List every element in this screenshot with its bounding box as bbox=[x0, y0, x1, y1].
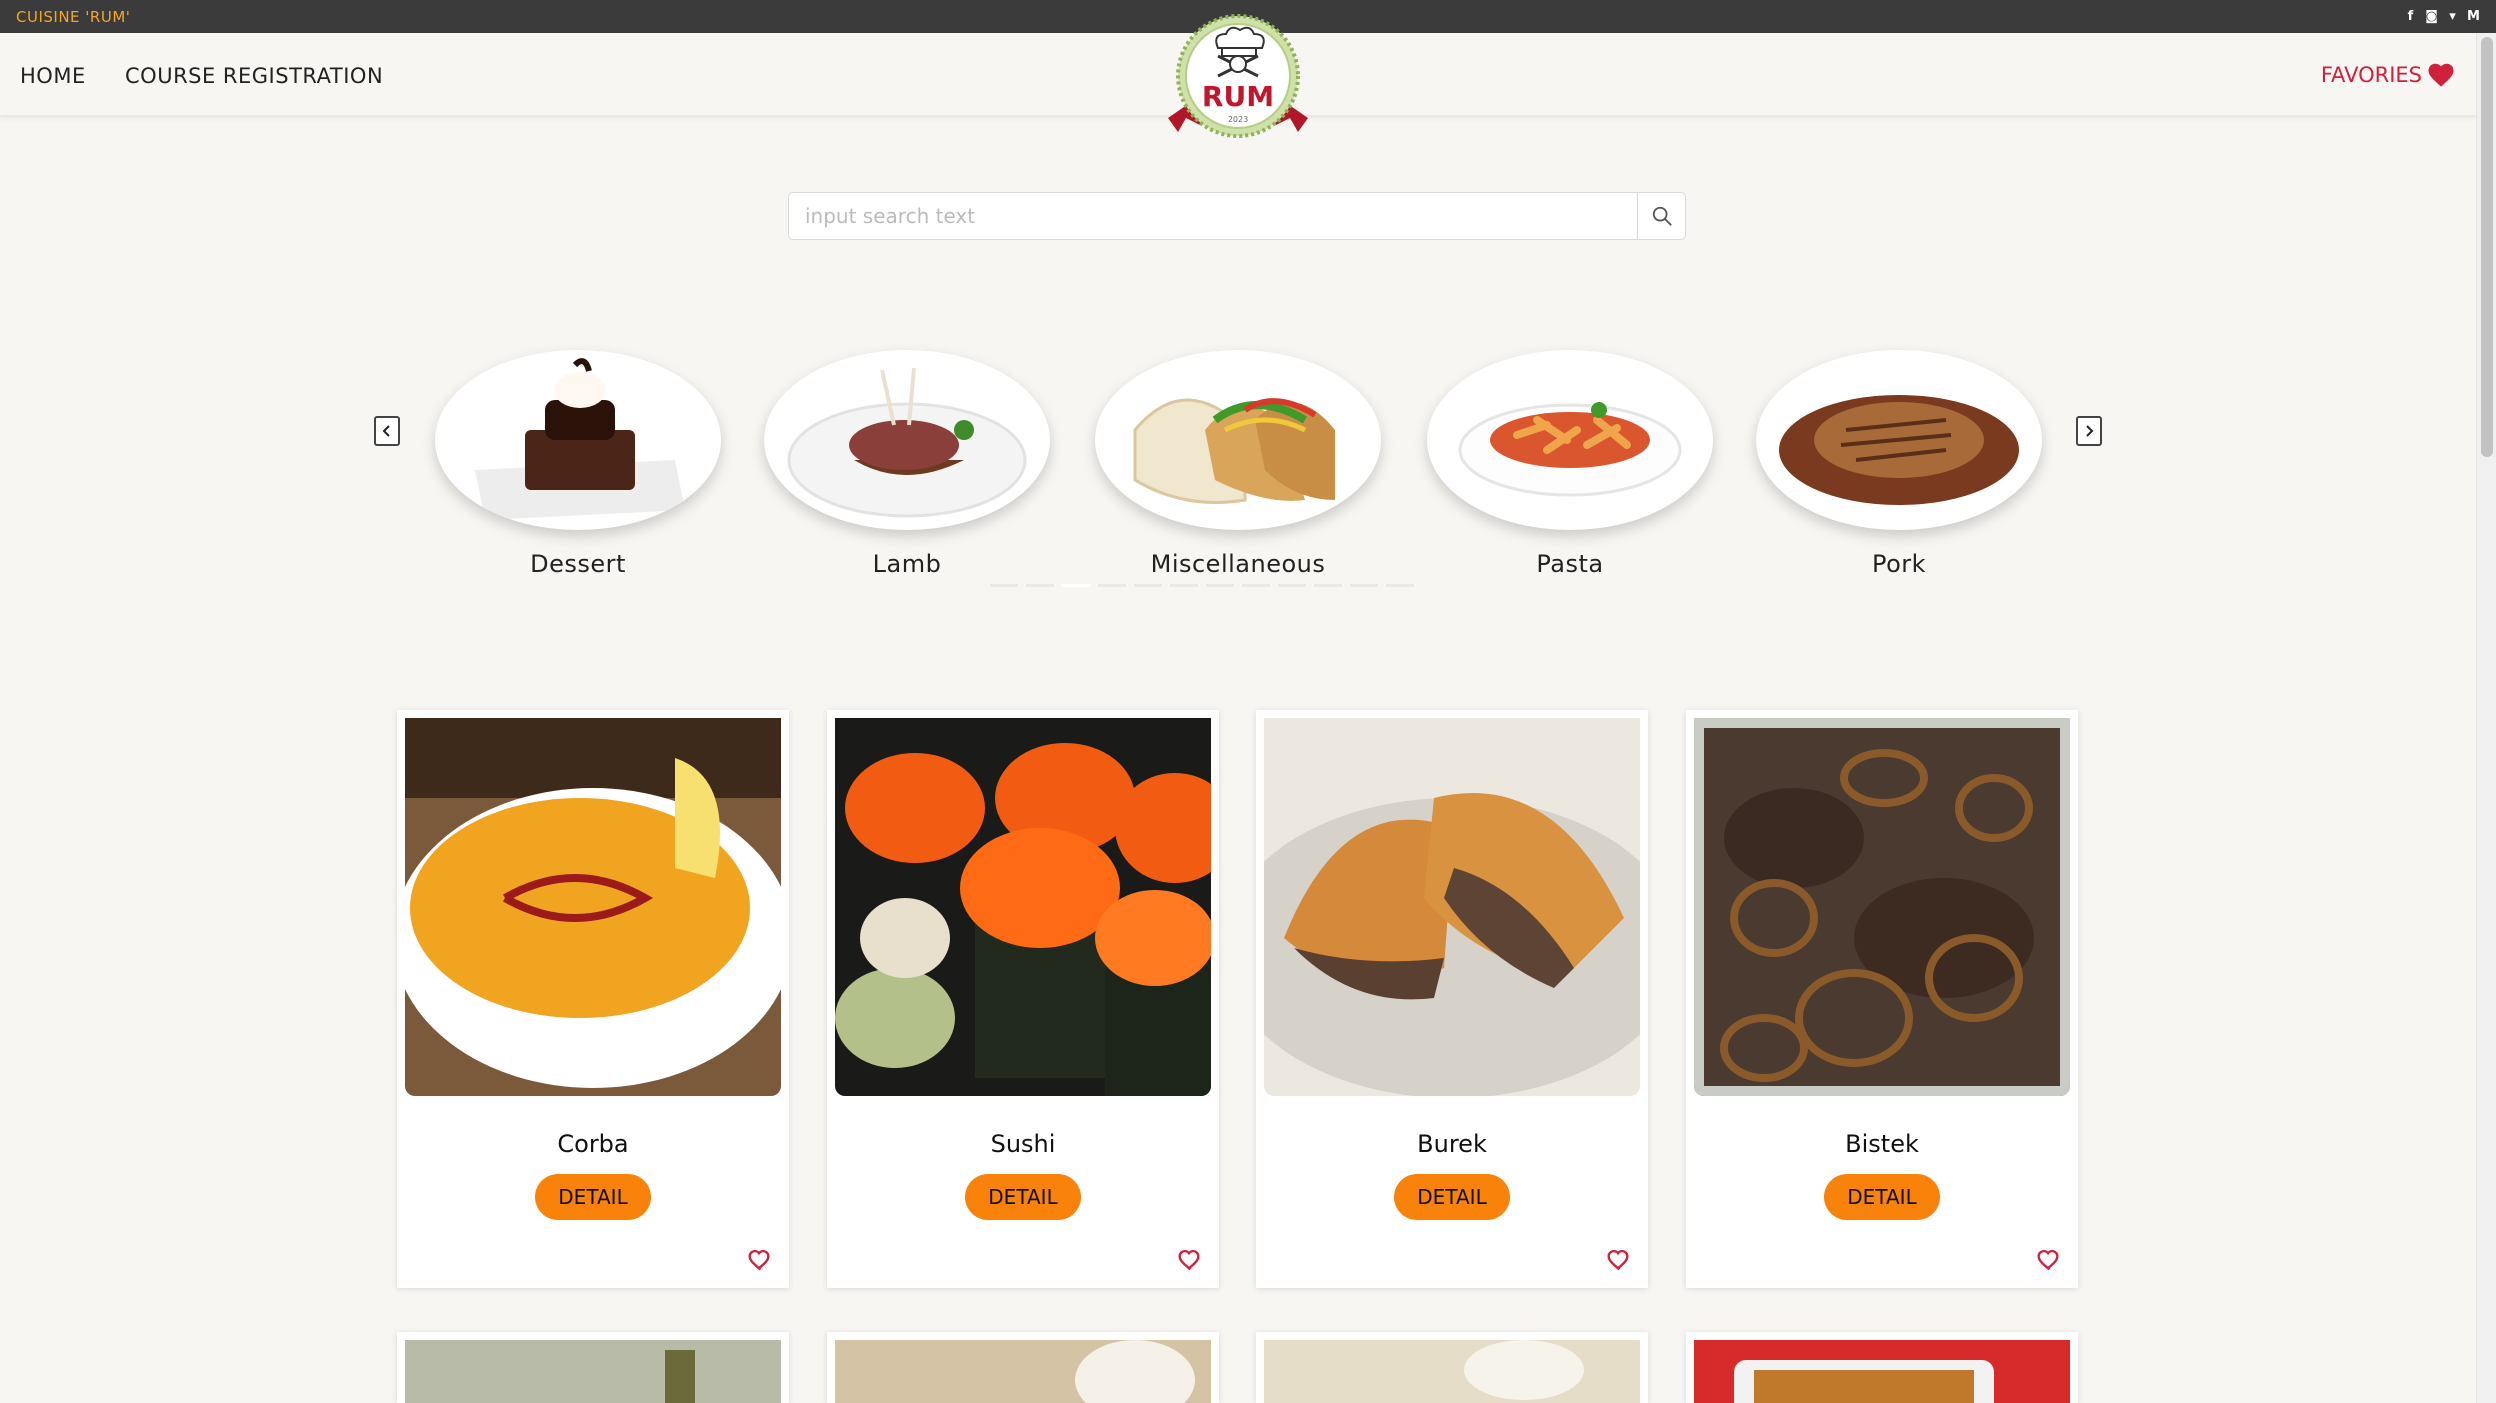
category-image bbox=[1756, 350, 2042, 530]
meal-card-burek: Burek DETAIL bbox=[1256, 710, 1648, 1288]
category-miscellaneous[interactable]: Miscellaneous bbox=[1093, 350, 1383, 578]
chevron-right-icon bbox=[2086, 425, 2094, 437]
search-bar bbox=[788, 192, 1686, 240]
category-label: Dessert bbox=[530, 550, 626, 578]
meal-photo[interactable] bbox=[835, 1340, 1211, 1403]
carousel-prev-button[interactable] bbox=[374, 416, 400, 446]
category-image bbox=[1095, 350, 1381, 530]
carousel-dot[interactable] bbox=[1170, 584, 1198, 587]
meal-title: Bistek bbox=[1845, 1130, 1919, 1158]
instagram-icon[interactable]: ◙ bbox=[2425, 9, 2438, 24]
meal-photo[interactable] bbox=[405, 718, 781, 1096]
heart-outline-icon[interactable] bbox=[1604, 1246, 1632, 1274]
carousel-dot[interactable] bbox=[1026, 584, 1054, 587]
logo-text: RUM bbox=[1202, 80, 1274, 113]
carousel-dot[interactable] bbox=[1314, 584, 1342, 587]
carousel-dot[interactable] bbox=[1062, 584, 1090, 587]
nav-course-registration-link[interactable]: COURSE REGISTRATION bbox=[125, 64, 383, 88]
carousel-dot[interactable] bbox=[1206, 584, 1234, 587]
heart-outline-icon[interactable] bbox=[1175, 1246, 1203, 1274]
category-image bbox=[435, 350, 721, 530]
meal-card bbox=[1256, 1332, 1648, 1403]
carousel-dot[interactable] bbox=[1242, 584, 1270, 587]
detail-button[interactable]: DETAIL bbox=[965, 1174, 1081, 1220]
category-label: Lamb bbox=[872, 550, 942, 578]
chevron-left-icon bbox=[382, 425, 390, 437]
carousel-dot[interactable] bbox=[1278, 584, 1306, 587]
favorites-label: FAVORIES bbox=[2320, 63, 2422, 87]
category-lamb[interactable]: Lamb bbox=[762, 350, 1052, 578]
category-dessert[interactable]: Dessert bbox=[433, 350, 723, 578]
meal-photo[interactable] bbox=[1694, 718, 2070, 1096]
detail-button[interactable]: DETAIL bbox=[535, 1174, 651, 1220]
category-image bbox=[764, 350, 1050, 530]
carousel-dot[interactable] bbox=[1350, 584, 1378, 587]
meal-title: Sushi bbox=[990, 1130, 1056, 1158]
social-links: f ◙ ▾ M bbox=[2404, 9, 2480, 24]
carousel-dot[interactable] bbox=[1386, 584, 1414, 587]
gmail-icon[interactable]: M bbox=[2467, 9, 2480, 24]
carousel-dots bbox=[990, 584, 1414, 587]
carousel-next-button[interactable] bbox=[2076, 416, 2102, 446]
category-pasta[interactable]: Pasta bbox=[1425, 350, 1715, 578]
category-pork[interactable]: Pork bbox=[1754, 350, 2044, 578]
search-input[interactable] bbox=[789, 193, 1637, 239]
category-image bbox=[1427, 350, 1713, 530]
meal-card-bistek: Bistek DETAIL bbox=[1686, 710, 2078, 1288]
meal-card bbox=[397, 1332, 789, 1403]
category-label: Pork bbox=[1871, 550, 1927, 578]
category-label: Miscellaneous bbox=[1150, 550, 1326, 578]
detail-button[interactable]: DETAIL bbox=[1824, 1174, 1940, 1220]
meal-photo[interactable] bbox=[835, 718, 1211, 1096]
twitter-icon[interactable]: ▾ bbox=[2446, 9, 2459, 24]
meal-card bbox=[1686, 1332, 2078, 1403]
carousel-dot[interactable] bbox=[1134, 584, 1162, 587]
meal-card-sushi: Sushi DETAIL bbox=[827, 710, 1219, 1288]
meal-photo[interactable] bbox=[1264, 1340, 1640, 1403]
detail-button[interactable]: DETAIL bbox=[1394, 1174, 1510, 1220]
rum-logo[interactable]: RUM 2023 bbox=[1164, 14, 1312, 142]
meal-photo[interactable] bbox=[1264, 718, 1640, 1096]
facebook-icon[interactable]: f bbox=[2404, 9, 2417, 24]
category-label: Pasta bbox=[1536, 550, 1604, 578]
meal-title: Corba bbox=[557, 1130, 629, 1158]
nav-favorites-link[interactable]: FAVORIES bbox=[2321, 60, 2456, 90]
heart-outline-icon[interactable] bbox=[745, 1246, 773, 1274]
carousel-dot[interactable] bbox=[1098, 584, 1126, 587]
nav-home-link[interactable]: HOME bbox=[20, 64, 86, 88]
heart-icon bbox=[2428, 63, 2454, 87]
brand-text: CUISINE 'RUM' bbox=[16, 7, 131, 26]
scrollbar-thumb[interactable] bbox=[2481, 37, 2493, 457]
meal-card-corba: Corba DETAIL bbox=[397, 710, 789, 1288]
meal-title: Burek bbox=[1417, 1130, 1487, 1158]
meal-card bbox=[827, 1332, 1219, 1403]
carousel-dot[interactable] bbox=[990, 584, 1018, 587]
meal-photo[interactable] bbox=[1694, 1340, 2070, 1403]
search-button[interactable] bbox=[1637, 193, 1685, 239]
heart-outline-icon[interactable] bbox=[2034, 1246, 2062, 1274]
search-icon bbox=[1652, 206, 1672, 226]
logo-year: 2023 bbox=[1228, 115, 1248, 124]
meal-photo[interactable] bbox=[405, 1340, 781, 1403]
page-scrollbar[interactable] bbox=[2476, 33, 2496, 1403]
